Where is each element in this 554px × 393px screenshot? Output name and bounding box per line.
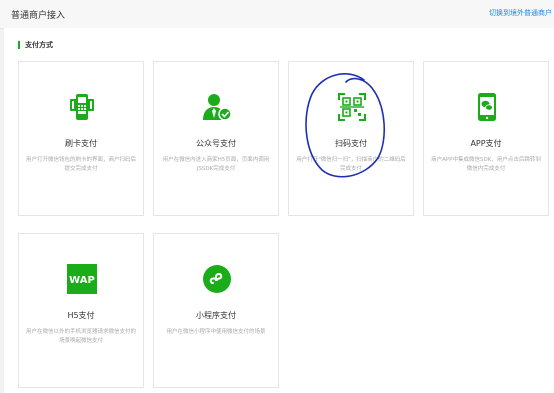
card-title: H5支付: [67, 311, 95, 320]
card-description: 用户在微信内进入商家H5页面，页面内调用JSSDK完成支付: [162, 157, 270, 172]
page-title: 普通商户接入: [11, 11, 66, 21]
card-official-account-payment[interactable]: 公众号支付 用户在微信内进入商家H5页面，页面内调用JSSDK完成支付: [153, 61, 279, 216]
card-card-payment[interactable]: 刷卡支付 用户打开微信钱包的刷卡的界面，商户扫码后提交完成支付: [18, 61, 144, 216]
card-description: 商户APP中集成微信SDK，用户点击后跳转到微信内完成支付: [431, 157, 541, 172]
card-title: APP支付: [470, 139, 502, 148]
wap-icon: WAP: [65, 262, 99, 296]
card-title: 公众号支付: [196, 139, 236, 148]
card-title: 小程序支付: [196, 311, 236, 320]
card-title: 扫码支付: [335, 139, 367, 148]
qr-scan-icon: [335, 90, 369, 124]
mini-program-icon: [200, 262, 234, 296]
card-qr-payment[interactable]: 扫码支付 用户打开"微信扫一扫"，扫描商户的二维码后完成支付: [288, 61, 414, 216]
card-description: 用户打开微信钱包的刷卡的界面，商户扫码后提交完成支付: [25, 157, 136, 172]
pos-terminal-icon: [65, 90, 99, 124]
mobile-chat-icon: [470, 90, 504, 124]
card-h5-payment[interactable]: WAP H5支付 用户在微信以外的手机浏览器请求微信支付的场景唤起微信支付: [18, 233, 144, 388]
main-panel: 支付方式 刷卡支付 用户打开微信钱包的刷卡的界面，商户扫码后提交完成支付 公众号…: [4, 28, 554, 393]
card-app-payment[interactable]: APP支付 商户APP中集成微信SDK，用户点击后跳转到微信内完成支付: [423, 61, 549, 216]
card-description: 用户在微信以外的手机浏览器请求微信支付的场景唤起微信支付: [25, 329, 136, 344]
section-title: 支付方式: [18, 41, 53, 49]
card-title: 刷卡支付: [65, 139, 97, 148]
card-description: 用户打开"微信扫一扫"，扫描商户的二维码后完成支付: [296, 157, 406, 172]
card-description: 用户在微信小程序中使用微信支付的场景: [166, 329, 266, 335]
card-mini-program-payment[interactable]: 小程序支付 用户在微信小程序中使用微信支付的场景: [153, 233, 279, 388]
switch-overseas-link[interactable]: 切换到境外普通商户: [489, 8, 552, 18]
page-header: 普通商户接入 切换到境外普通商户: [0, 0, 554, 29]
verified-user-icon: [200, 90, 234, 124]
svg-text:WAP: WAP: [69, 275, 95, 286]
